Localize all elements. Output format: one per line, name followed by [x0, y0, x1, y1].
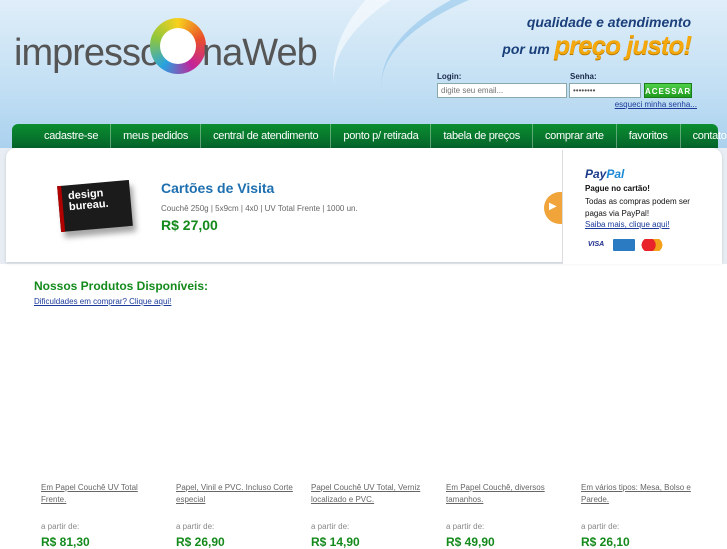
product-desc[interactable]: Em vários tipos: Mesa, Bolso e Parede.: [581, 482, 701, 506]
slogan-line2: por um: [502, 41, 550, 57]
product-from-label: a partir de:: [311, 522, 350, 531]
featured-title[interactable]: Cartões de Visita: [161, 180, 274, 196]
product-price: R$ 26,90: [176, 535, 225, 549]
nav-item-cadastre[interactable]: cadastre-se: [32, 124, 112, 148]
product-image[interactable]: design bureau.: [57, 179, 133, 233]
password-input[interactable]: [569, 83, 641, 98]
product-desc[interactable]: Papel Couchê UV Total, Verniz localizado…: [311, 482, 431, 506]
slogan-line1: qualidade e atendimento: [526, 14, 691, 30]
paypal-text: Todas as compras podem ser pagas via Pay…: [585, 197, 690, 218]
product-price: R$ 14,90: [311, 535, 360, 549]
forgot-password-link[interactable]: esqueci minha senha...: [615, 100, 697, 109]
product-from-label: a partir de:: [176, 522, 215, 531]
paypal-box: PayPal Pague no cartão! Todas as compras…: [562, 150, 722, 264]
amex-icon: [613, 239, 635, 251]
product-desc[interactable]: Em Papel Couchê UV Total Frente.: [41, 482, 161, 506]
product-desc[interactable]: Papel, Vinil e PVC. Incluso Corte especi…: [176, 482, 296, 506]
product-price: R$ 49,90: [446, 535, 495, 549]
product-from-label: a partir de:: [41, 522, 80, 531]
logo-text-right: naWeb: [202, 32, 318, 74]
featured-price: R$ 27,00: [161, 217, 218, 233]
email-input[interactable]: [437, 83, 567, 98]
product-from-label: a partir de:: [581, 522, 620, 531]
slogan: qualidade e atendimento por um preço jus…: [502, 14, 692, 61]
login-label: Login:: [437, 72, 462, 81]
visa-icon: VISA: [587, 241, 605, 248]
logo-ring-icon: [150, 18, 206, 74]
paypal-logo: PayPal: [585, 167, 625, 181]
password-label: Senha:: [570, 72, 597, 81]
paypal-link[interactable]: Saiba mais, clique aqui!: [585, 220, 670, 229]
nav-item-arte[interactable]: comprar arte: [533, 124, 617, 148]
login-button[interactable]: ACESSAR: [644, 83, 692, 98]
product-price: R$ 26,10: [581, 535, 630, 549]
help-link[interactable]: Dificuldades em comprar? Clique aqui!: [34, 297, 171, 306]
nav-item-contato[interactable]: contato: [681, 124, 727, 148]
product-image-text: design bureau.: [67, 187, 110, 214]
nav-item-favoritos[interactable]: favoritos: [617, 124, 681, 148]
main-nav: cadastre-se meus pedidos central de aten…: [12, 124, 727, 148]
nav-item-pedidos[interactable]: meus pedidos: [111, 124, 202, 148]
product-from-label: a partir de:: [446, 522, 485, 531]
nav-item-precos[interactable]: tabela de preços: [431, 124, 533, 148]
product-price: R$ 81,30: [41, 535, 90, 549]
logo-text-left: impresso: [14, 32, 161, 74]
slogan-line3: preço justo!: [554, 30, 692, 60]
nav-item-retirada[interactable]: ponto p/ retirada: [331, 124, 432, 148]
featured-description: Couchê 250g | 5x9cm | 4x0 | UV Total Fre…: [161, 204, 358, 213]
product-desc[interactable]: Em Papel Couchê, diversos tamanhos.: [446, 482, 566, 506]
products-title: Nossos Produtos Disponíveis:: [34, 279, 209, 293]
nav-item-atendimento[interactable]: central de atendimento: [201, 124, 332, 148]
card-logos: VISA: [585, 239, 663, 251]
mastercard-icon: [641, 239, 663, 251]
paypal-heading: Pague no cartão!: [585, 184, 650, 193]
